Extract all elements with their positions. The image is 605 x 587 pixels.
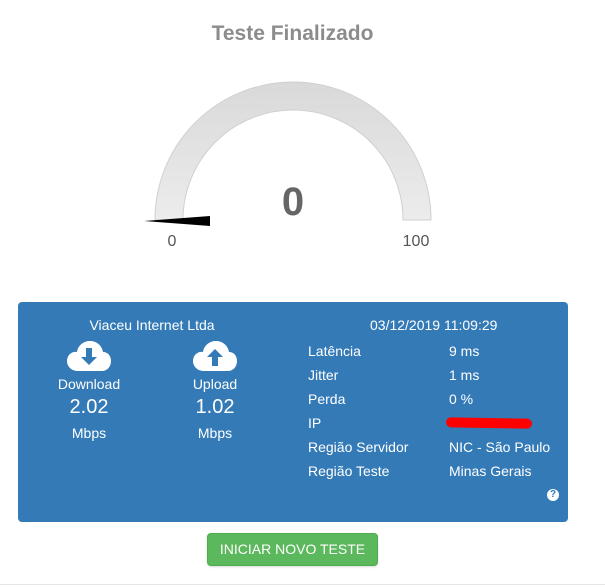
upload-metric: Upload 1.02 Mbps <box>170 340 260 441</box>
provider-name: Viaceu Internet Ltda <box>89 317 215 333</box>
stat-row-test-region: Região Teste Minas Gerais <box>308 463 563 487</box>
stat-row-loss: Perda 0 % <box>308 391 563 415</box>
page-title: Teste Finalizado <box>211 22 374 45</box>
upload-value: 1.02 <box>195 396 235 418</box>
stat-label: IP <box>308 415 322 431</box>
stat-value: Minas Gerais <box>449 463 532 479</box>
speed-test-page: Teste Finalizado 0 0 100 Viaceu Internet… <box>0 0 605 587</box>
test-datetime: 03/12/2019 11:09:29 <box>370 317 498 333</box>
stat-label: Região Servidor <box>308 439 409 455</box>
gauge-min-label: 0 <box>167 233 177 250</box>
cloud-upload-icon <box>193 341 237 371</box>
stat-value: 1 ms <box>449 367 480 383</box>
stat-row-jitter: Jitter 1 ms <box>308 367 563 391</box>
stat-row-ip: IP <box>308 415 563 439</box>
stat-value: 0 % <box>449 391 474 407</box>
stat-value: NIC - São Paulo <box>449 439 551 455</box>
ip-redaction <box>445 417 533 429</box>
restart-test-button[interactable]: INICIAR NOVO TESTE <box>207 533 378 566</box>
help-icon[interactable]: ? <box>547 489 559 501</box>
download-value: 2.02 <box>69 396 109 418</box>
stat-row-latency: Latência 9 ms <box>308 343 563 367</box>
upload-label: Upload <box>192 376 238 392</box>
download-label: Download <box>57 376 121 392</box>
stat-value: 9 ms <box>449 343 480 359</box>
stat-label: Jitter <box>308 367 339 383</box>
divider <box>0 584 605 585</box>
stat-row-server-region: Região Servidor NIC - São Paulo <box>308 439 563 463</box>
gauge-value: 0 <box>281 180 305 224</box>
stat-label: Perda <box>308 391 346 407</box>
speed-gauge <box>144 81 432 226</box>
results-panel: Viaceu Internet Ltda 03/12/2019 11:09:29… <box>18 302 568 522</box>
stat-label: Região Teste <box>308 463 390 479</box>
cloud-download-icon <box>67 341 111 371</box>
stat-label: Latência <box>308 343 361 359</box>
stats-list: Latência 9 ms Jitter 1 ms Perda 0 % IP R… <box>308 343 563 487</box>
download-metric: Download 2.02 Mbps <box>44 340 134 441</box>
gauge-max-label: 100 <box>402 233 430 250</box>
upload-unit: Mbps <box>197 425 233 441</box>
download-unit: Mbps <box>71 425 107 441</box>
